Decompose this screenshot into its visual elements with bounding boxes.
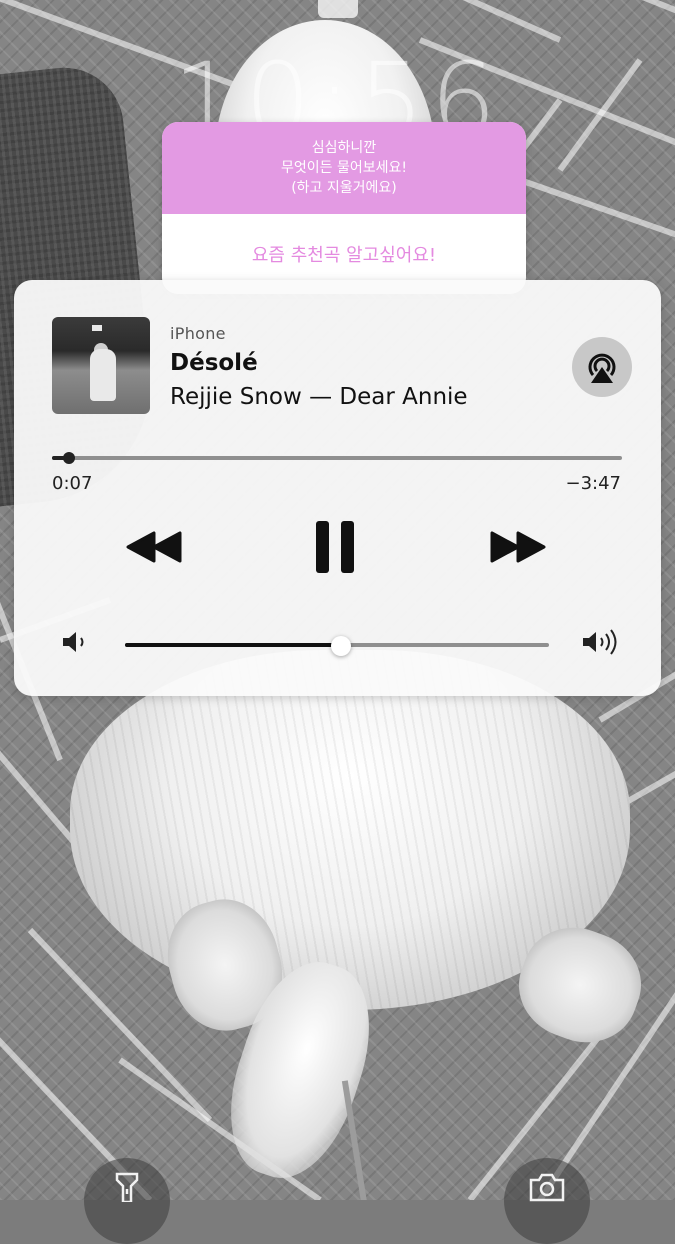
now-playing-widget: iPhone Désolé Rejjie Snow — Dear Annie 0… [14,280,661,696]
lock-indicator [318,0,358,18]
playback-source: iPhone [170,324,226,343]
track-title: Désolé [170,350,258,376]
track-artist-album: Rejjie Snow — Dear Annie [170,384,468,410]
album-artwork[interactable] [52,317,150,414]
rewind-button[interactable] [122,522,186,572]
speaker-low-icon [63,632,84,652]
elapsed-time: 0:07 [52,473,93,494]
pause-icon [316,521,354,573]
rewind-icon [126,531,182,563]
remaining-time: −3:47 [565,473,621,494]
question-prompt-line: 심심하니깐 [311,140,377,156]
volume-level [125,643,342,647]
question-sticker: 심심하니깐 무엇이든 물어보세요! (하고 지울거에요) 요즘 추천곡 알고싶어… [162,122,526,294]
fast-forward-icon [490,531,546,563]
flashlight-icon [115,1172,139,1202]
camera-icon [529,1173,565,1202]
artwork-figure [90,349,116,401]
playback-scrubber[interactable] [52,452,622,464]
question-prompt-line: 무엇이든 물어보세요! [281,160,407,176]
flashlight-button[interactable] [84,1158,170,1244]
pause-button[interactable] [308,517,362,577]
question-prompt: 심심하니깐 무엇이든 물어보세요! (하고 지울거에요) [162,122,526,214]
volume-knob[interactable] [331,636,352,656]
artwork-light [92,325,102,331]
speaker-high-icon [583,629,617,655]
camera-button[interactable] [504,1158,590,1244]
scrubber-knob[interactable] [63,452,76,464]
fast-forward-button[interactable] [486,522,550,572]
airplay-icon [588,353,616,383]
question-prompt-line: (하고 지울거에요) [291,180,397,196]
volume-slider[interactable] [125,636,549,656]
scrubber-track [52,456,622,460]
airplay-button[interactable] [572,337,632,397]
